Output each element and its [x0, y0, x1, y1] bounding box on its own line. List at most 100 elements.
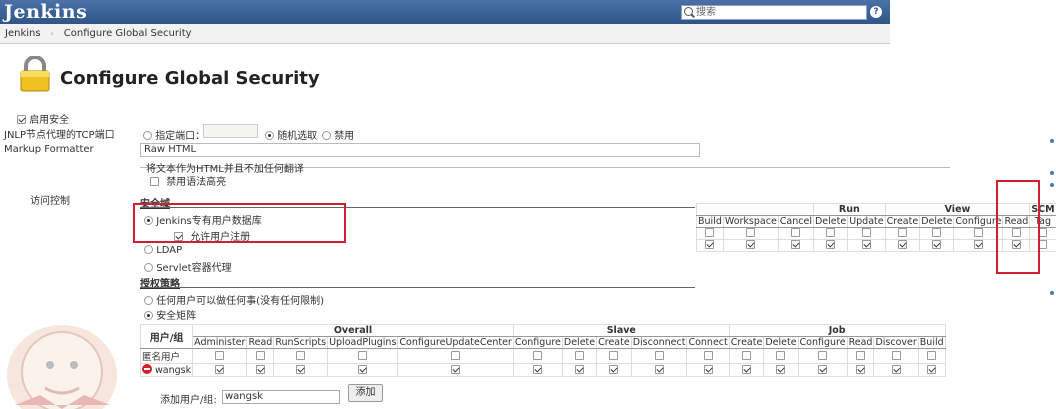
- permission-checkbox[interactable]: [255, 364, 265, 374]
- matrix-column-row: Administer Read RunScripts UploadPlugins Con…: [141, 336, 946, 349]
- breadcrumb-jenkins[interactable]: Jenkins: [5, 28, 41, 39]
- authz-matrix-radio[interactable]: [144, 311, 153, 320]
- permission-checkbox[interactable]: [856, 364, 866, 374]
- permission-checkbox[interactable]: [296, 364, 306, 374]
- permission-checkbox[interactable]: [358, 364, 368, 374]
- table-row: wangsk: [139, 363, 946, 377]
- permission-checkbox[interactable]: [215, 350, 225, 360]
- jnlp-random-radio[interactable]: [265, 131, 274, 140]
- jnlp-fixed-option[interactable]: 指定端口：: [143, 127, 205, 142]
- matrix-cell: [273, 348, 329, 364]
- permission-checkbox[interactable]: [296, 350, 306, 360]
- permission-checkbox[interactable]: [533, 350, 543, 360]
- permission-checkbox[interactable]: [927, 364, 937, 374]
- row-user-anonymous: 匿名用户: [139, 348, 194, 364]
- matrix-column-header: Workspace: [722, 215, 779, 228]
- matrix-cell: [561, 348, 598, 364]
- permission-checkbox[interactable]: [358, 350, 368, 360]
- jnlp-disable-radio[interactable]: [322, 131, 331, 140]
- matrix-cell: [273, 363, 329, 377]
- permission-checkbox[interactable]: [973, 240, 983, 249]
- realm-ldap-option[interactable]: LDAP: [144, 245, 182, 256]
- jnlp-port-input[interactable]: [203, 124, 258, 138]
- remove-user-icon[interactable]: [142, 364, 152, 374]
- permission-checkbox[interactable]: [891, 364, 901, 374]
- permission-checkbox[interactable]: [609, 350, 619, 360]
- permission-checkbox[interactable]: [776, 350, 786, 360]
- matrix-cell: [512, 348, 563, 364]
- permission-checkbox[interactable]: [826, 228, 836, 237]
- jnlp-fixed-radio[interactable]: [143, 131, 152, 140]
- permission-checkbox[interactable]: [891, 350, 901, 360]
- permission-checkbox[interactable]: [255, 350, 265, 360]
- permission-checkbox[interactable]: [654, 350, 664, 360]
- markup-formatter-select[interactable]: Raw HTML: [140, 143, 700, 157]
- authz-matrix-option[interactable]: 安全矩阵: [144, 307, 196, 322]
- permission-checkbox[interactable]: [932, 240, 942, 249]
- permission-checkbox[interactable]: [746, 240, 756, 249]
- matrix-cell: [192, 348, 248, 364]
- add-user-input[interactable]: wangsk: [222, 390, 340, 404]
- permission-checkbox[interactable]: [575, 364, 584, 374]
- permission-checkbox[interactable]: [973, 228, 983, 237]
- permission-checkbox[interactable]: [654, 364, 664, 374]
- group-job-cont: [696, 203, 814, 216]
- realm-servlet-option[interactable]: Servlet容器代理: [144, 259, 232, 274]
- jnlp-fixed-label: 指定端口：: [155, 131, 206, 142]
- permission-checkbox[interactable]: [215, 364, 225, 374]
- matrix-cell: [777, 227, 814, 240]
- permission-checkbox[interactable]: [826, 240, 836, 249]
- permission-checkbox[interactable]: [776, 364, 786, 374]
- permission-checkbox[interactable]: [742, 350, 752, 360]
- realm-servlet-radio[interactable]: [144, 263, 153, 272]
- divider: [140, 287, 695, 288]
- matrix-cell: [596, 348, 632, 364]
- permission-checkbox[interactable]: [932, 228, 942, 237]
- matrix-column-header: Cancel: [777, 215, 814, 228]
- help-icon[interactable]: ?: [870, 6, 882, 18]
- permission-checkbox[interactable]: [897, 228, 907, 237]
- permission-checkbox[interactable]: [856, 350, 866, 360]
- matrix-cell: [722, 227, 779, 240]
- jnlp-random-option[interactable]: 随机选取: [265, 127, 317, 142]
- search-placeholder: 搜索: [696, 7, 716, 18]
- matrix-cell: [846, 348, 875, 364]
- permission-checkbox[interactable]: [451, 364, 461, 374]
- jnlp-disable-option[interactable]: 禁用: [322, 127, 354, 142]
- authz-anyone-radio[interactable]: [144, 296, 153, 305]
- permission-checkbox[interactable]: [861, 228, 871, 237]
- permission-checkbox[interactable]: [791, 228, 801, 237]
- permission-checkbox[interactable]: [897, 240, 907, 249]
- disable-syntax-checkbox[interactable]: [150, 177, 159, 186]
- permission-checkbox[interactable]: [575, 350, 584, 360]
- jenkins-logo[interactable]: Jenkins: [4, 1, 87, 23]
- permission-checkbox[interactable]: [746, 228, 756, 237]
- group-overall: Overall: [192, 324, 514, 337]
- permission-checkbox[interactable]: [927, 350, 937, 360]
- matrix-cell: [873, 363, 919, 377]
- breadcrumb-configure-security[interactable]: Configure Global Security: [64, 28, 192, 39]
- disable-syntax-label: 禁用语法高亮: [166, 177, 227, 188]
- permission-checkbox[interactable]: [703, 350, 713, 360]
- search-input[interactable]: 搜索: [681, 5, 867, 20]
- authz-anyone-option[interactable]: 任何用户可以做任何事(没有任何限制): [144, 292, 324, 307]
- matrix-cell: [812, 239, 849, 252]
- realm-ldap-radio[interactable]: [144, 245, 153, 254]
- matrix-cell: [512, 363, 563, 377]
- permission-checkbox[interactable]: [703, 364, 713, 374]
- add-user-button[interactable]: 添加: [348, 384, 383, 402]
- permission-checkbox[interactable]: [451, 350, 461, 360]
- enable-security-checkbox[interactable]: [17, 115, 26, 124]
- matrix-cell: [847, 239, 886, 252]
- authz-anyone-label: 任何用户可以做任何事(没有任何限制): [156, 296, 324, 307]
- permission-checkbox[interactable]: [861, 240, 871, 249]
- permission-checkbox[interactable]: [705, 240, 715, 249]
- permission-checkbox[interactable]: [742, 364, 752, 374]
- permission-checkbox[interactable]: [791, 240, 801, 249]
- permission-checkbox[interactable]: [818, 364, 828, 374]
- permission-checkbox[interactable]: [705, 228, 715, 237]
- permission-checkbox[interactable]: [609, 364, 619, 374]
- permission-checkbox[interactable]: [818, 350, 828, 360]
- matrix-column-header: Connect: [686, 336, 730, 349]
- permission-checkbox[interactable]: [533, 364, 543, 374]
